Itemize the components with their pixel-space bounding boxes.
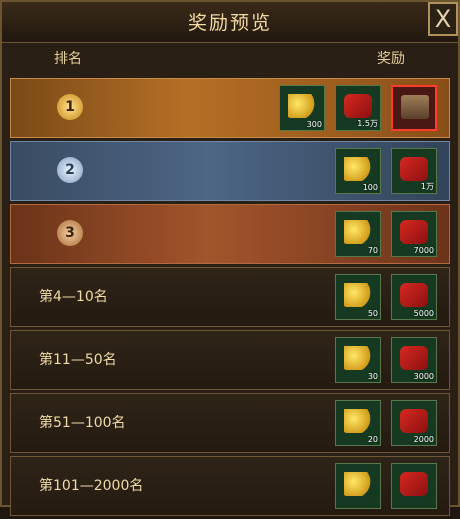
- gift-bag-item[interactable]: 3000: [391, 337, 437, 383]
- rank-range-label: 第101—2000名: [39, 478, 144, 494]
- reward-row-101-2000: 第101—2000名: [10, 456, 450, 516]
- column-header: 排名 奖励: [2, 48, 458, 72]
- item-qty: 7000: [413, 246, 434, 255]
- gold-ingots-item[interactable]: 70: [335, 211, 381, 257]
- item-qty: 70: [367, 246, 378, 255]
- gold-ingots-item[interactable]: 100: [335, 148, 381, 194]
- red-gift-bag-icon: [400, 346, 428, 370]
- gold-ingots-item[interactable]: 20: [335, 400, 381, 446]
- rank-2-medal: 2: [57, 157, 83, 183]
- item-qty: 30: [367, 372, 378, 381]
- gift-bag-item[interactable]: 1.5万: [335, 85, 381, 131]
- gift-bag-item[interactable]: 2000: [391, 400, 437, 446]
- window-title: 奖励预览: [187, 12, 272, 34]
- item-qty: 3000: [413, 372, 434, 381]
- gold-ingots-item[interactable]: 300: [279, 85, 325, 131]
- rank-1-medal: 1: [57, 94, 83, 120]
- reward-row-1: 1 300 1.5万: [10, 78, 450, 138]
- item-qty: 300: [306, 120, 322, 129]
- rank-range-label: 第4—10名: [39, 289, 108, 305]
- reward-row-3: 3 70 7000: [10, 204, 450, 264]
- reward-row-51-100: 第51—100名 20 2000: [10, 393, 450, 453]
- gift-bag-item[interactable]: [391, 463, 437, 509]
- gift-bag-item[interactable]: 1万: [391, 148, 437, 194]
- close-button[interactable]: X: [428, 2, 458, 36]
- treasure-chest-item[interactable]: [391, 85, 437, 131]
- item-qty: 1万: [420, 182, 434, 191]
- gold-ingots-icon: [344, 283, 372, 307]
- red-gift-bag-icon: [344, 94, 372, 118]
- red-gift-bag-icon: [400, 220, 428, 244]
- reward-row-4-10: 第4—10名 50 5000: [10, 267, 450, 327]
- reward-preview-panel: 奖励预览 X 排名 奖励 1 300 1.5万 2 100 1万 3 70 70…: [0, 0, 460, 516]
- gold-ingots-item[interactable]: 30: [335, 337, 381, 383]
- item-qty: 2000: [413, 435, 434, 444]
- item-qty: 5000: [413, 309, 434, 318]
- gift-bag-item[interactable]: 5000: [391, 274, 437, 320]
- reward-header: 奖励: [377, 51, 405, 67]
- rank-range-label: 第11—50名: [39, 352, 117, 368]
- gold-ingots-icon: [344, 220, 372, 244]
- item-qty: 100: [362, 183, 378, 192]
- gold-ingots-icon: [344, 409, 372, 433]
- item-qty: 50: [367, 309, 378, 318]
- red-gift-bag-icon: [400, 157, 428, 181]
- title-bar: 奖励预览 X: [2, 2, 458, 43]
- red-gift-bag-icon: [400, 409, 428, 433]
- red-gift-bag-icon: [400, 472, 428, 496]
- gold-ingots-item[interactable]: [335, 463, 381, 509]
- gold-ingots-icon: [288, 94, 316, 118]
- rank-3-medal: 3: [57, 220, 83, 246]
- red-gift-bag-icon: [400, 283, 428, 307]
- rank-range-label: 第51—100名: [39, 415, 126, 431]
- gold-ingots-icon: [344, 472, 372, 496]
- gold-ingots-icon: [344, 346, 372, 370]
- gift-bag-item[interactable]: 7000: [391, 211, 437, 257]
- reward-row-2: 2 100 1万: [10, 141, 450, 201]
- rank-header: 排名: [54, 51, 82, 67]
- gold-ingots-icon: [344, 157, 372, 181]
- gold-ingots-item[interactable]: 50: [335, 274, 381, 320]
- treasure-chest-icon: [401, 95, 429, 119]
- reward-list: 1 300 1.5万 2 100 1万 3 70 7000 第4—10名 50 …: [10, 78, 450, 519]
- reward-row-11-50: 第11—50名 30 3000: [10, 330, 450, 390]
- item-qty: 1.5万: [357, 119, 378, 128]
- item-qty: 20: [367, 435, 378, 444]
